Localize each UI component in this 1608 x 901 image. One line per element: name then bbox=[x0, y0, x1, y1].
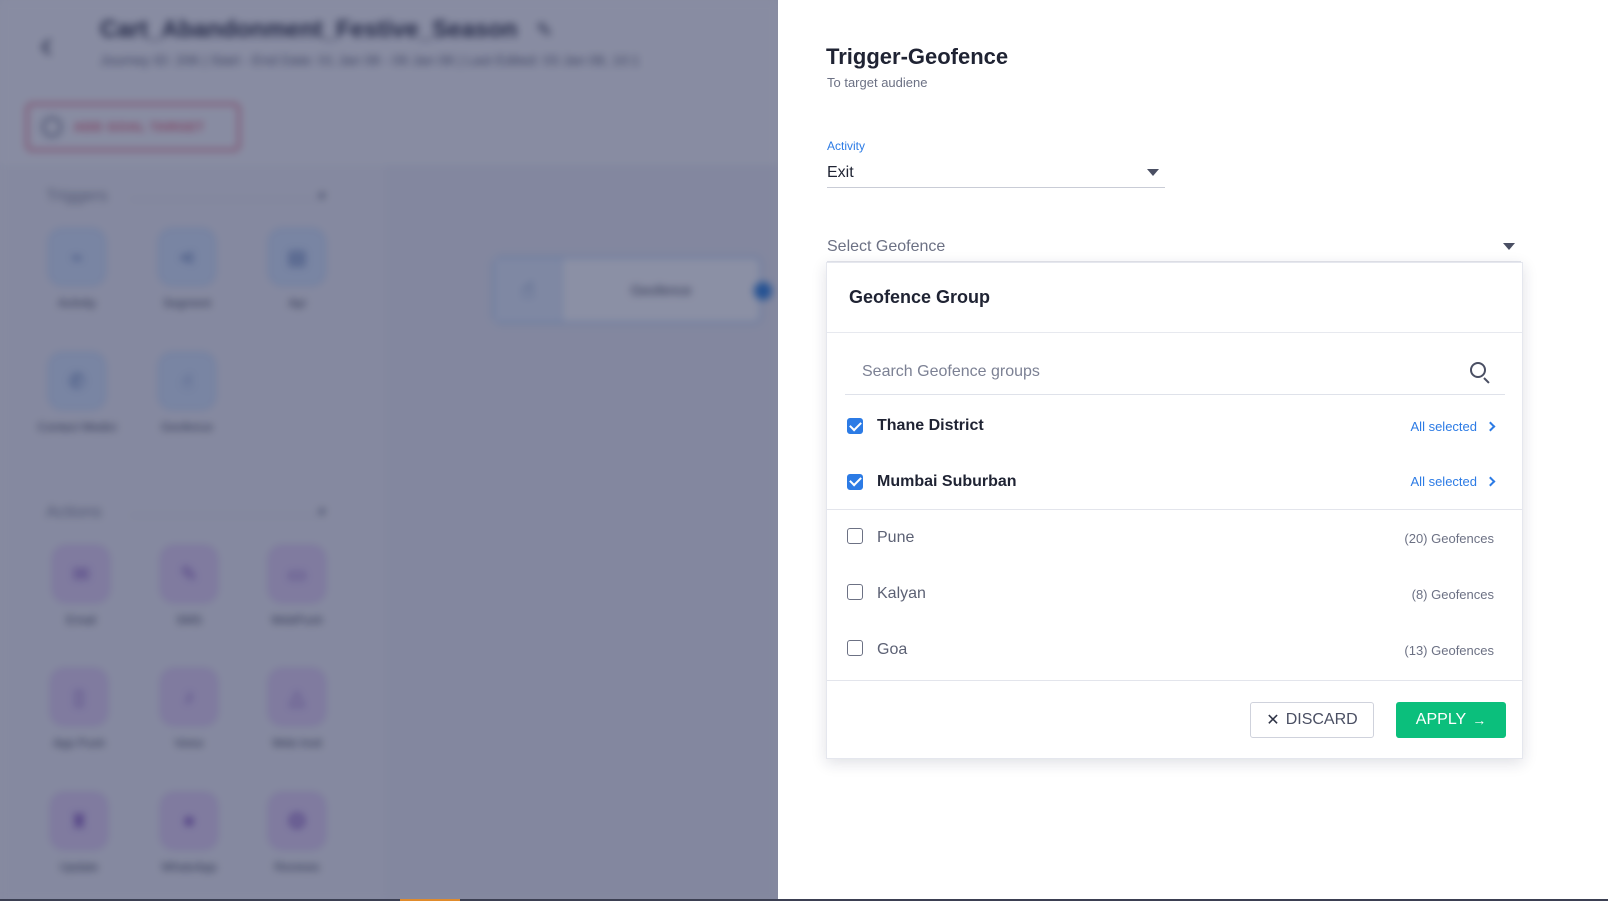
checkbox-unchecked[interactable] bbox=[847, 640, 863, 656]
group-name: Goa bbox=[877, 641, 908, 658]
group-name: Thane District bbox=[877, 417, 984, 434]
all-selected-label: All selected bbox=[1410, 474, 1477, 489]
select-geofence-label: Select Geofence bbox=[827, 237, 946, 255]
caret-down-icon bbox=[1503, 243, 1515, 250]
group-name: Kalyan bbox=[877, 585, 926, 602]
checkbox-unchecked[interactable] bbox=[847, 584, 863, 600]
geofence-group-list: Thane District All selected Mumbai Subur… bbox=[827, 398, 1522, 678]
list-item-mumbai-suburban[interactable]: Mumbai Suburban All selected bbox=[827, 454, 1522, 510]
activity-select[interactable]: Exit bbox=[827, 158, 1165, 188]
geofence-search bbox=[845, 349, 1505, 395]
background-app: ‹ Cart_Abandonment_Festive_Season ✎ Jour… bbox=[0, 0, 778, 901]
group-name: Mumbai Suburban bbox=[877, 472, 1017, 490]
group-name: Pune bbox=[877, 529, 915, 546]
discard-button[interactable]: ✕ DISCARD bbox=[1250, 701, 1374, 738]
panel-title: Geofence Group bbox=[849, 287, 991, 307]
activity-field-label: Activity bbox=[827, 139, 866, 153]
geofence-group-panel: Geofence Group Thane District All select… bbox=[826, 262, 1523, 759]
search-input[interactable] bbox=[862, 362, 1422, 381]
apply-button[interactable]: APPLY → bbox=[1396, 701, 1506, 738]
activity-selected-value: Exit bbox=[827, 163, 854, 181]
geofence-count: (8) Geofences bbox=[1411, 586, 1494, 602]
search-icon[interactable] bbox=[1469, 361, 1491, 384]
checkbox-checked[interactable] bbox=[847, 418, 863, 434]
caret-down-icon bbox=[1147, 169, 1159, 176]
list-item-thane-district[interactable]: Thane District All selected bbox=[827, 398, 1522, 454]
chevron-right-icon bbox=[1485, 476, 1496, 487]
chevron-right-icon bbox=[1485, 421, 1496, 431]
geofence-count: (13) Geofences bbox=[1404, 642, 1494, 658]
drawer-title: Trigger-Geofence bbox=[826, 44, 1009, 69]
all-selected-link[interactable]: All selected bbox=[1410, 418, 1496, 434]
panel-footer: ✕ DISCARD APPLY → bbox=[827, 680, 1522, 758]
all-selected-label: All selected bbox=[1410, 418, 1477, 434]
drawer-subtitle: To target audiene bbox=[827, 75, 928, 90]
discard-label: DISCARD bbox=[1285, 710, 1358, 728]
modal-overlay[interactable] bbox=[0, 0, 778, 901]
search-handle bbox=[1483, 376, 1490, 384]
list-item-pune[interactable]: Pune (20) Geofences bbox=[827, 510, 1522, 566]
checkbox-checked[interactable] bbox=[847, 473, 863, 490]
close-icon: ✕ bbox=[1266, 711, 1280, 729]
apply-label: APPLY bbox=[1415, 710, 1467, 728]
trigger-geofence-drawer: Trigger-Geofence To target audiene Activ… bbox=[778, 0, 1608, 901]
arrow-right-icon: → bbox=[1472, 711, 1487, 728]
all-selected-link[interactable]: All selected bbox=[1410, 474, 1496, 489]
checkbox-unchecked[interactable] bbox=[847, 528, 863, 544]
geofence-count: (20) Geofences bbox=[1404, 530, 1494, 546]
search-lens bbox=[1470, 361, 1486, 378]
list-item-goa[interactable]: Goa (13) Geofences bbox=[827, 622, 1522, 678]
select-geofence-dropdown[interactable]: Select Geofence bbox=[827, 232, 1521, 262]
list-item-kalyan[interactable]: Kalyan (8) Geofences bbox=[827, 566, 1522, 622]
panel-header: Geofence Group bbox=[827, 263, 1522, 333]
